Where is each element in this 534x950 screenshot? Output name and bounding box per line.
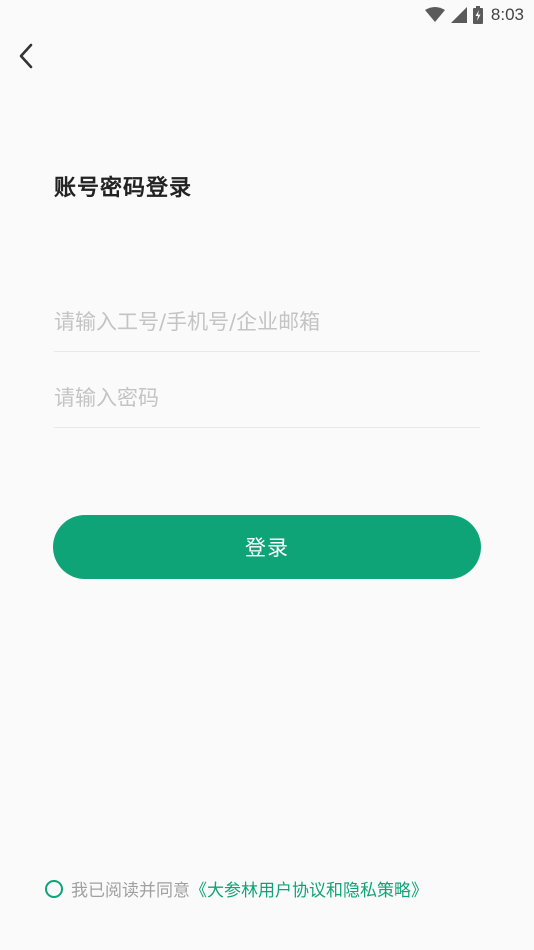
account-field — [54, 292, 480, 352]
back-button[interactable] — [8, 40, 44, 76]
agreement-checkbox[interactable] — [45, 879, 63, 898]
agreement-text: 我已阅读并同意 — [71, 881, 190, 901]
account-input[interactable] — [54, 292, 480, 351]
status-time: 8:03 — [490, 5, 524, 24]
battery-charging-icon — [472, 6, 483, 24]
status-bar: 8:03 — [0, 0, 534, 30]
agreement-link[interactable]: 《大参林用户协议和隐私策略》 — [190, 876, 428, 901]
agreement-row: 我已阅读并同意 《大参林用户协议和隐私策略》 — [45, 876, 428, 901]
page-title: 账号密码登录 — [54, 176, 193, 201]
login-button[interactable]: 登录 — [53, 515, 481, 579]
login-screen: 8:03 账号密码登录 登录 我已阅读并同意 《大参林用户协议和隐私策略》 — [0, 0, 534, 950]
cellular-signal-icon — [450, 7, 467, 23]
password-input[interactable] — [54, 368, 480, 427]
chevron-left-icon — [18, 43, 34, 73]
password-field — [54, 368, 480, 428]
wifi-icon — [424, 7, 445, 23]
